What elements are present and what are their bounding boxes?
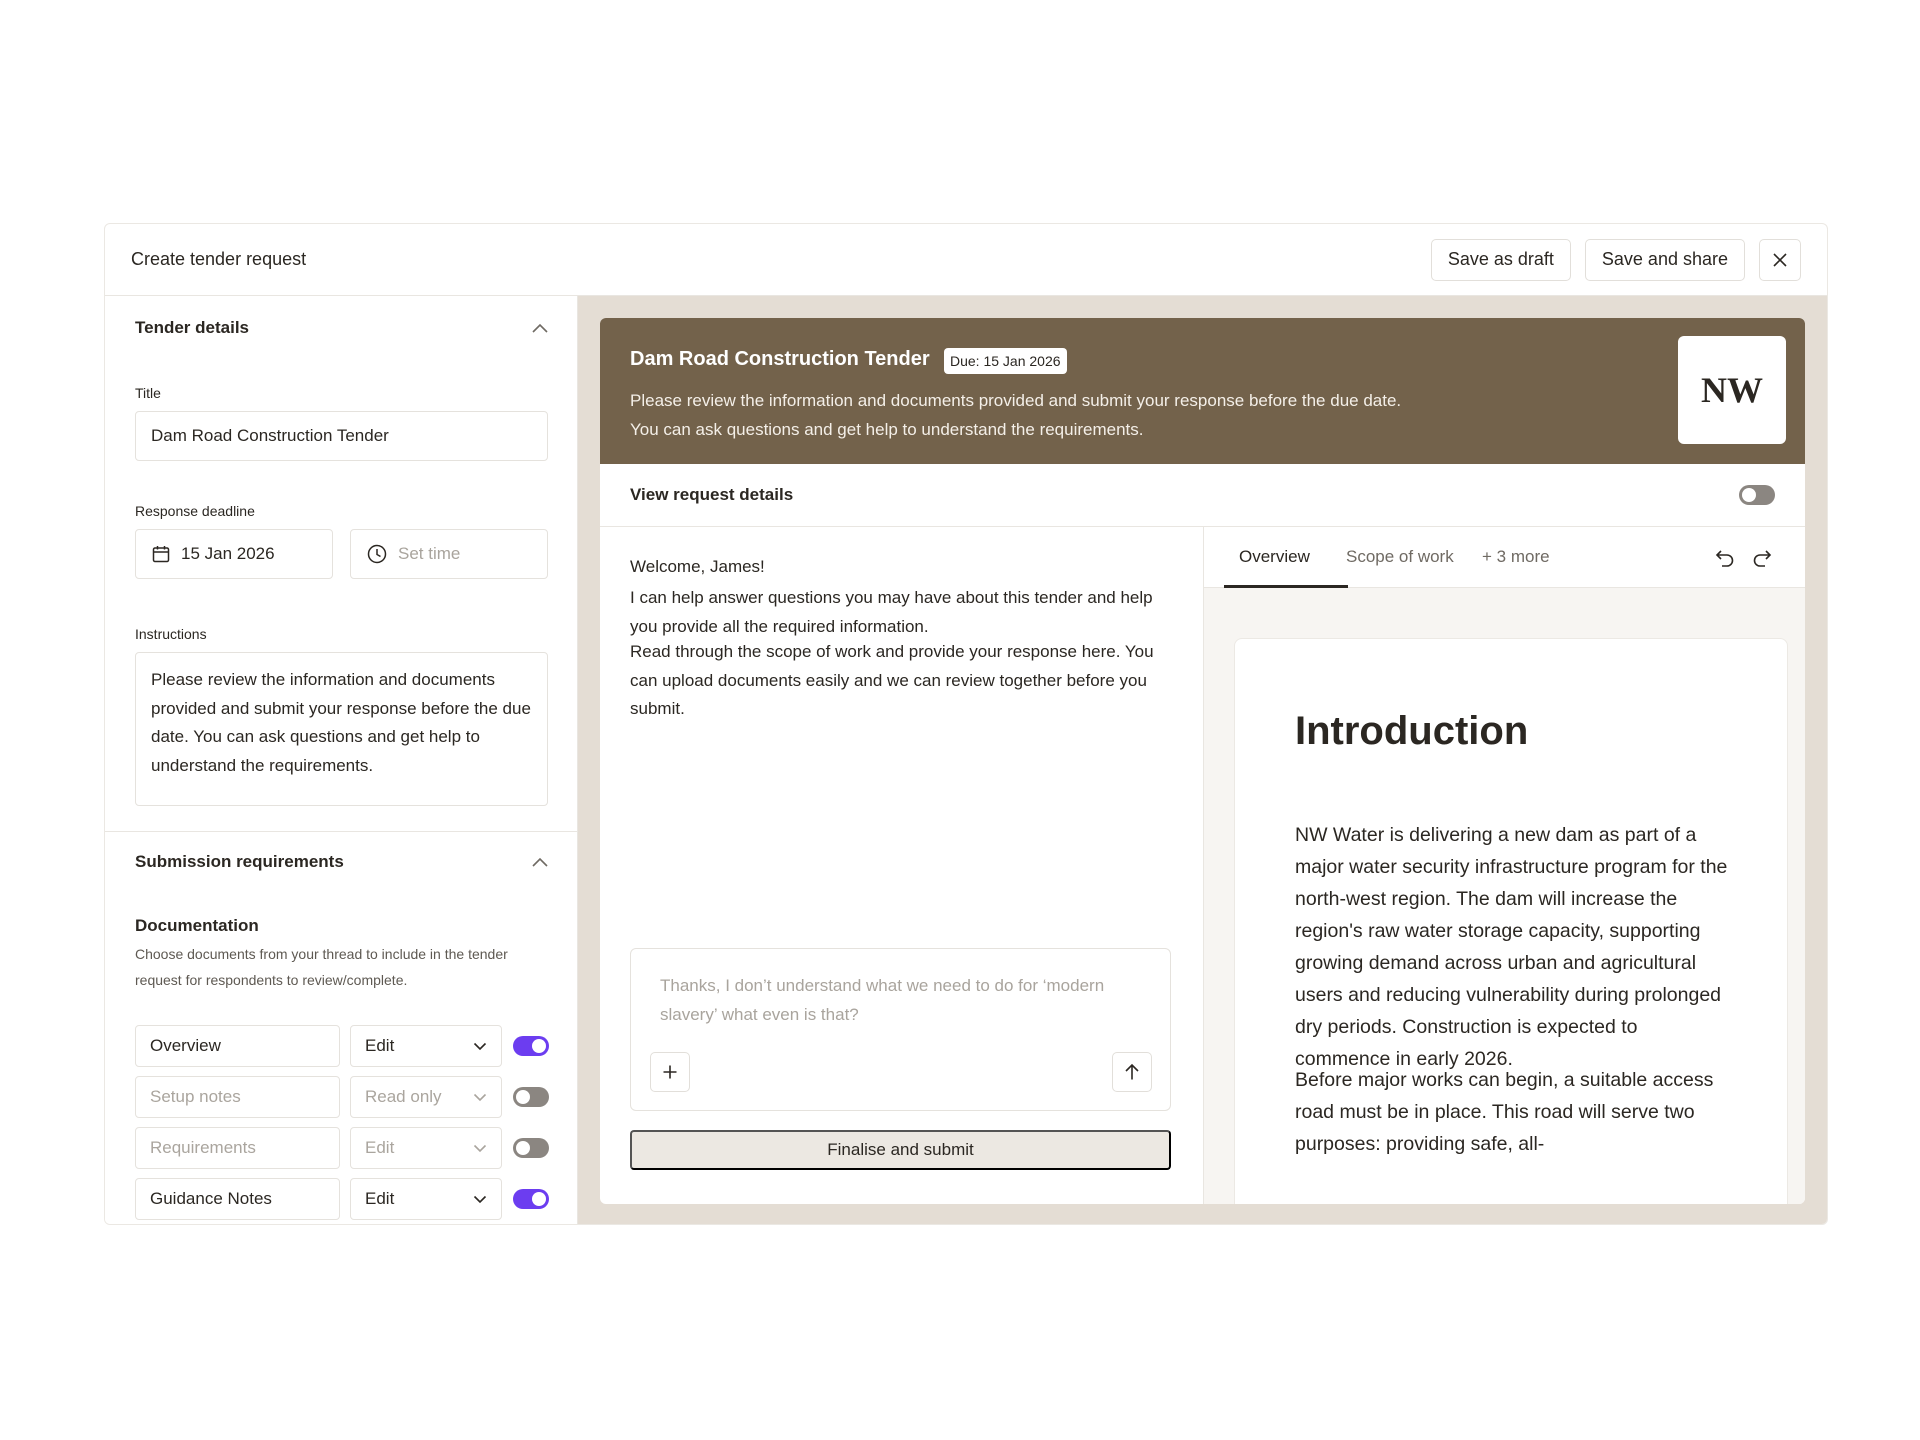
tab-overview[interactable]: Overview [1239, 547, 1310, 567]
tab-scope-of-work[interactable]: Scope of work [1346, 547, 1454, 567]
tender-details-header[interactable]: Tender details [135, 318, 549, 338]
plus-icon [663, 1065, 677, 1079]
assistant-chat: Welcome, James! I can help answer questi… [600, 527, 1204, 1204]
document-paragraph: Before major works can begin, a suitable… [1295, 1069, 1714, 1155]
document-row: Overview Edit [135, 1025, 549, 1067]
tender-title: Dam Road Construction Tender [630, 348, 930, 370]
include-toggle[interactable] [513, 1036, 549, 1056]
page-title: Create tender request [131, 249, 307, 269]
tab-more[interactable]: + 3 more [1482, 547, 1550, 567]
permission-value: Edit [365, 1189, 395, 1208]
chevron-down-icon [473, 1195, 487, 1203]
composer-placeholder: Thanks, I don’t understand what we need … [660, 976, 1105, 1024]
document-viewer: Overview Scope of work + 3 more Introduc… [1204, 527, 1805, 1204]
title-input[interactable]: Dam Road Construction Tender [135, 411, 548, 461]
document-row: Guidance Notes Edit [135, 1178, 549, 1220]
redo-icon [1753, 550, 1772, 567]
company-logo: NW [1678, 336, 1786, 444]
chat-message: I can help answer questions you may have… [630, 588, 1153, 636]
view-details-label: View request details [630, 485, 794, 504]
deadline-date-input[interactable]: 15 Jan 2026 [135, 529, 333, 579]
instructions-label: Instructions [135, 626, 207, 642]
tender-details-heading: Tender details [135, 318, 249, 337]
document-name: Requirements [135, 1127, 340, 1169]
calendar-icon [152, 546, 170, 563]
deadline-time-input[interactable]: Set time [350, 529, 548, 579]
respondent-preview-card: Dam Road Construction Tender Due: 15 Jan… [600, 318, 1805, 1204]
document-heading: Introduction [1295, 709, 1529, 753]
tender-banner: Dam Road Construction Tender Due: 15 Jan… [600, 318, 1805, 464]
document-name: Setup notes [135, 1076, 340, 1118]
title-input-value: Dam Road Construction Tender [151, 426, 389, 445]
document-name: Guidance Notes [135, 1178, 340, 1220]
instructions-textarea[interactable]: Please review the information and docume… [135, 652, 548, 806]
chevron-down-icon [473, 1093, 487, 1101]
deadline-label: Response deadline [135, 503, 255, 519]
chevron-down-icon [473, 1144, 487, 1152]
tender-request-window: Create tender request Save as draft Save… [104, 223, 1828, 1225]
title-label: Title [135, 385, 161, 401]
chevron-down-icon [473, 1042, 487, 1050]
redo-button[interactable] [1749, 545, 1775, 571]
document-page: Introduction NW Water is delivering a ne… [1234, 638, 1788, 1204]
view-details-toggle[interactable] [1739, 485, 1775, 505]
permission-value: Read only [365, 1087, 442, 1106]
permission-select[interactable]: Edit [350, 1025, 502, 1067]
submission-requirements-heading: Submission requirements [135, 852, 344, 871]
deadline-date-value: 15 Jan 2026 [181, 544, 275, 563]
message-composer[interactable]: Thanks, I don’t understand what we need … [630, 948, 1171, 1111]
finalise-submit-button[interactable]: Finalise and submit [630, 1130, 1171, 1170]
submission-requirements-header[interactable]: Submission requirements [135, 852, 549, 872]
close-icon [1773, 252, 1787, 267]
deadline-time-placeholder: Set time [398, 544, 461, 563]
documentation-title: Documentation [135, 916, 259, 935]
active-tab-indicator [1224, 585, 1348, 588]
send-button[interactable] [1112, 1052, 1152, 1092]
permission-value: Edit [365, 1036, 395, 1055]
document-paragraph: NW Water is delivering a new dam as part… [1295, 824, 1728, 1070]
section-divider [105, 831, 577, 832]
preview-area: Dam Road Construction Tender Due: 15 Jan… [578, 296, 1827, 1224]
save-share-button[interactable]: Save and share [1584, 238, 1745, 281]
top-bar: Create tender request Save as draft Save… [105, 224, 1827, 296]
tender-description: Please review the information and docume… [630, 391, 1402, 439]
arrow-up-icon [1125, 1063, 1139, 1080]
attach-button[interactable] [650, 1052, 690, 1092]
due-date-badge: Due: 15 Jan 2026 [944, 348, 1067, 374]
chevron-up-icon[interactable] [531, 322, 549, 334]
chat-welcome: Welcome, James! [630, 557, 765, 576]
document-row: Requirements Edit [135, 1127, 549, 1169]
permission-select[interactable]: Read only [350, 1076, 502, 1118]
permission-select[interactable]: Edit [350, 1127, 502, 1169]
document-row: Setup notes Read only [135, 1076, 549, 1118]
documentation-description: Choose documents from your thread to inc… [135, 946, 508, 988]
close-button[interactable] [1759, 238, 1801, 281]
permission-value: Edit [365, 1138, 395, 1157]
undo-icon [1715, 550, 1734, 567]
save-draft-button[interactable]: Save as draft [1430, 238, 1571, 281]
settings-panel: Tender details Title Dam Road Constructi… [105, 296, 578, 1224]
chat-message: Read through the scope of work and provi… [630, 642, 1154, 718]
include-toggle[interactable] [513, 1138, 549, 1158]
include-toggle[interactable] [513, 1189, 549, 1209]
include-toggle[interactable] [513, 1087, 549, 1107]
permission-select[interactable]: Edit [350, 1178, 502, 1220]
undo-button[interactable] [1712, 545, 1738, 571]
chevron-up-icon[interactable] [531, 856, 549, 868]
clock-icon [367, 544, 387, 564]
view-details-bar: View request details [600, 464, 1805, 527]
document-name: Overview [135, 1025, 340, 1067]
document-tabs: Overview Scope of work + 3 more [1204, 527, 1805, 588]
